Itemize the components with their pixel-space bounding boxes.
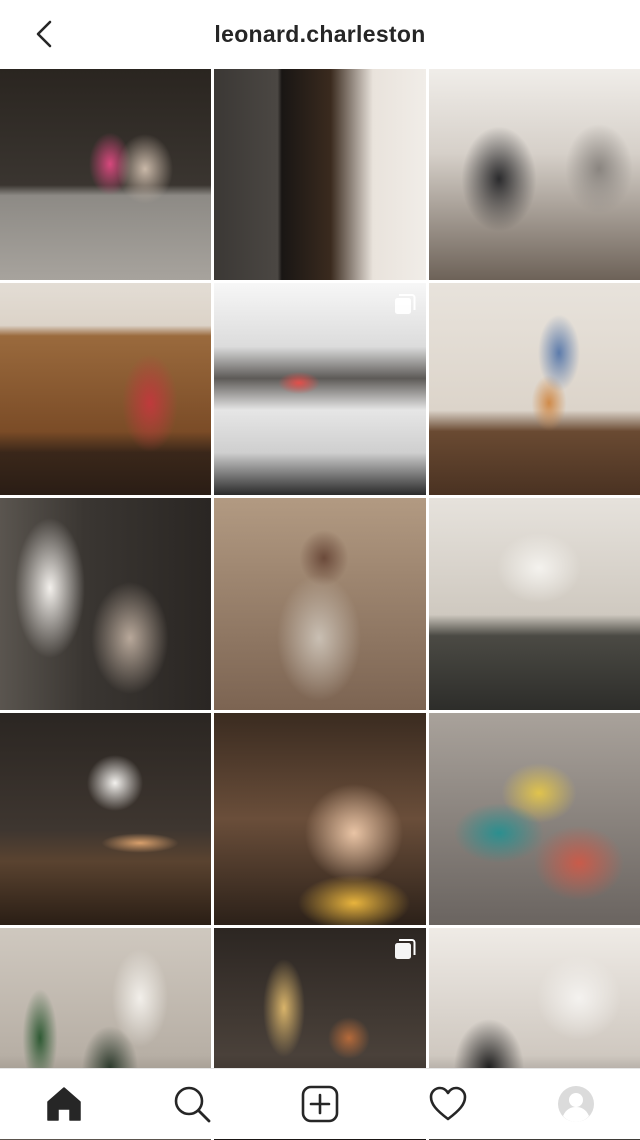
chevron-left-icon [36, 20, 52, 48]
bottom-tab-bar [0, 1068, 640, 1139]
tab-profile[interactable] [544, 1072, 608, 1136]
post-thumbnail[interactable] [0, 498, 211, 710]
post-thumbnail[interactable] [429, 69, 640, 280]
post-thumbnail[interactable] [0, 713, 211, 925]
post-thumbnail[interactable] [429, 713, 640, 925]
carousel-multiple-icon [395, 939, 416, 959]
top-nav-bar: leonard.charleston [0, 0, 640, 68]
tab-activity[interactable] [416, 1072, 480, 1136]
post-thumbnail[interactable] [0, 283, 211, 495]
post-thumbnail[interactable] [214, 498, 426, 710]
post-thumbnail[interactable] [214, 283, 426, 495]
home-icon [47, 1087, 81, 1121]
post-thumbnail[interactable] [429, 498, 640, 710]
tab-search[interactable] [160, 1072, 224, 1136]
post-thumbnail[interactable] [214, 69, 426, 280]
post-thumbnail[interactable] [214, 713, 426, 925]
profile-username-title: leonard.charleston [214, 20, 426, 47]
heart-icon [429, 1086, 467, 1121]
add-post-icon [301, 1085, 339, 1123]
search-icon [174, 1086, 211, 1123]
profile-avatar-icon [558, 1086, 594, 1122]
post-thumbnail[interactable] [429, 283, 640, 495]
posts-grid [0, 69, 640, 1140]
tab-home[interactable] [32, 1072, 96, 1136]
back-button[interactable] [26, 16, 62, 52]
tab-new-post[interactable] [288, 1072, 352, 1136]
carousel-multiple-icon [395, 294, 416, 314]
post-thumbnail[interactable] [0, 69, 211, 280]
